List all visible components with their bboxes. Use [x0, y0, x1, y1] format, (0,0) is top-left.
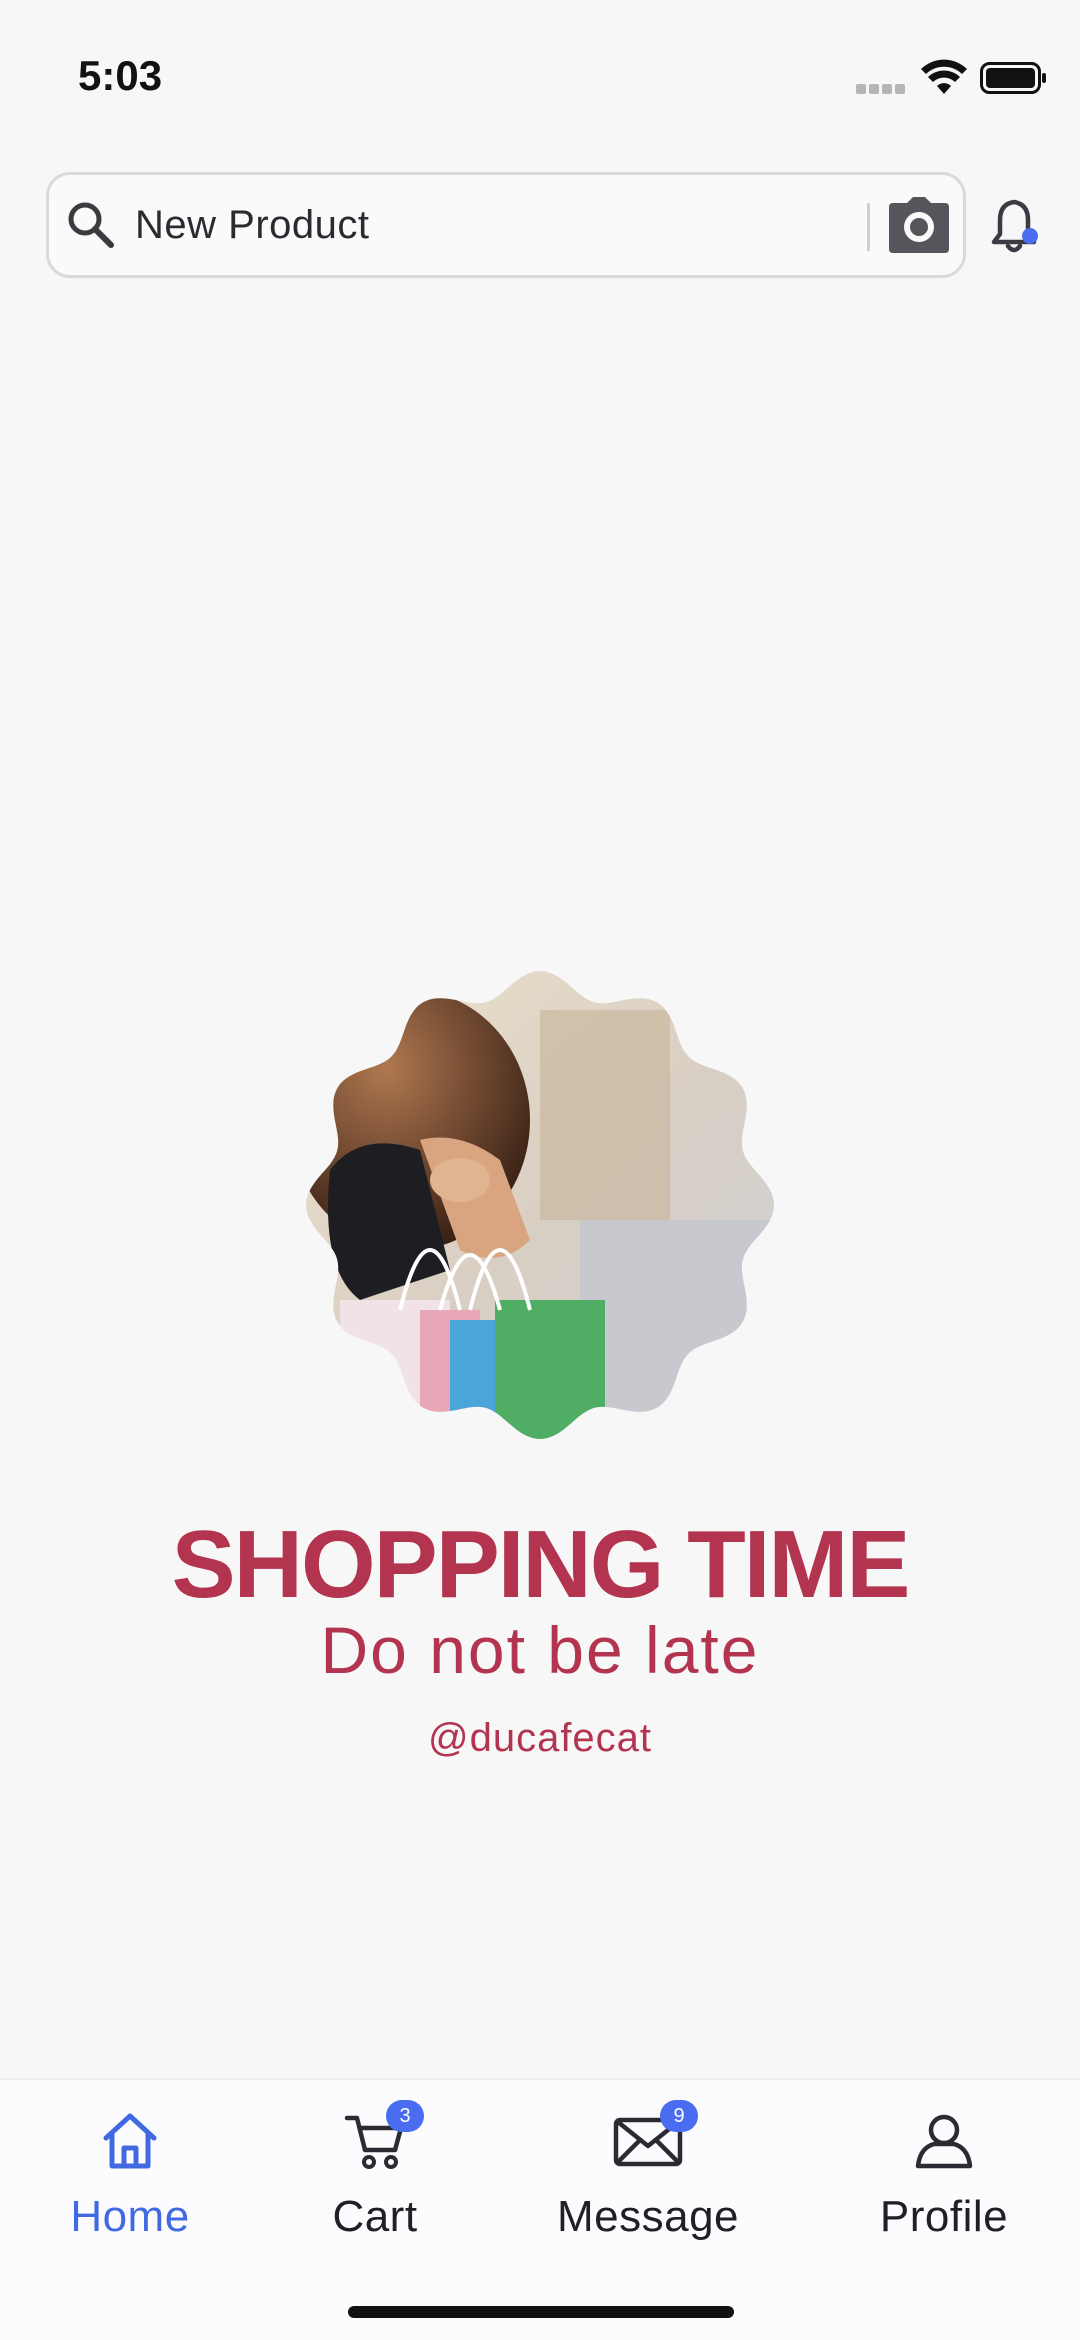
home-icon: [103, 2113, 157, 2169]
nav-message[interactable]: 9 Message: [540, 2100, 756, 2250]
search-icon: [68, 202, 114, 248]
cart-badge: 3: [386, 2100, 424, 2132]
nav-cart[interactable]: 3 Cart: [290, 2100, 460, 2250]
camera-icon[interactable]: [887, 195, 951, 255]
nav-message-label: Message: [556, 2192, 740, 2241]
hero-title: SHOPPING TIME: [171, 1511, 911, 1618]
nav-profile-label: Profile: [879, 2192, 1009, 2241]
nav-home[interactable]: Home: [40, 2100, 220, 2250]
home-indicator[interactable]: [348, 2306, 734, 2318]
status-bar: 5:03: [0, 0, 1080, 150]
search-divider: [867, 203, 870, 251]
hero-shopping-image: [306, 971, 774, 1439]
user-icon: [915, 2114, 973, 2169]
message-badge: 9: [660, 2100, 698, 2132]
nav-cart-label: Cart: [332, 2192, 418, 2241]
hero-handle: @ducafecat: [427, 1716, 653, 1760]
cellular-signal-icon: [856, 84, 906, 94]
search-input[interactable]: New Product: [46, 172, 966, 278]
search-input-value: New Product: [135, 203, 370, 247]
wifi-icon: [921, 59, 967, 94]
status-time: 5:03: [78, 52, 163, 99]
notification-bell-icon[interactable]: [984, 196, 1044, 256]
bottom-nav: Home 3 Cart 9 Message Profile: [0, 2078, 1080, 2340]
nav-profile[interactable]: Profile: [856, 2100, 1032, 2250]
hero-subtitle: Do not be late: [320, 1613, 760, 1687]
battery-icon: [980, 62, 1046, 94]
nav-home-label: Home: [70, 2192, 190, 2241]
app-screen: 5:03 New Product SHOPPING TIME Do not be…: [0, 0, 1080, 2340]
